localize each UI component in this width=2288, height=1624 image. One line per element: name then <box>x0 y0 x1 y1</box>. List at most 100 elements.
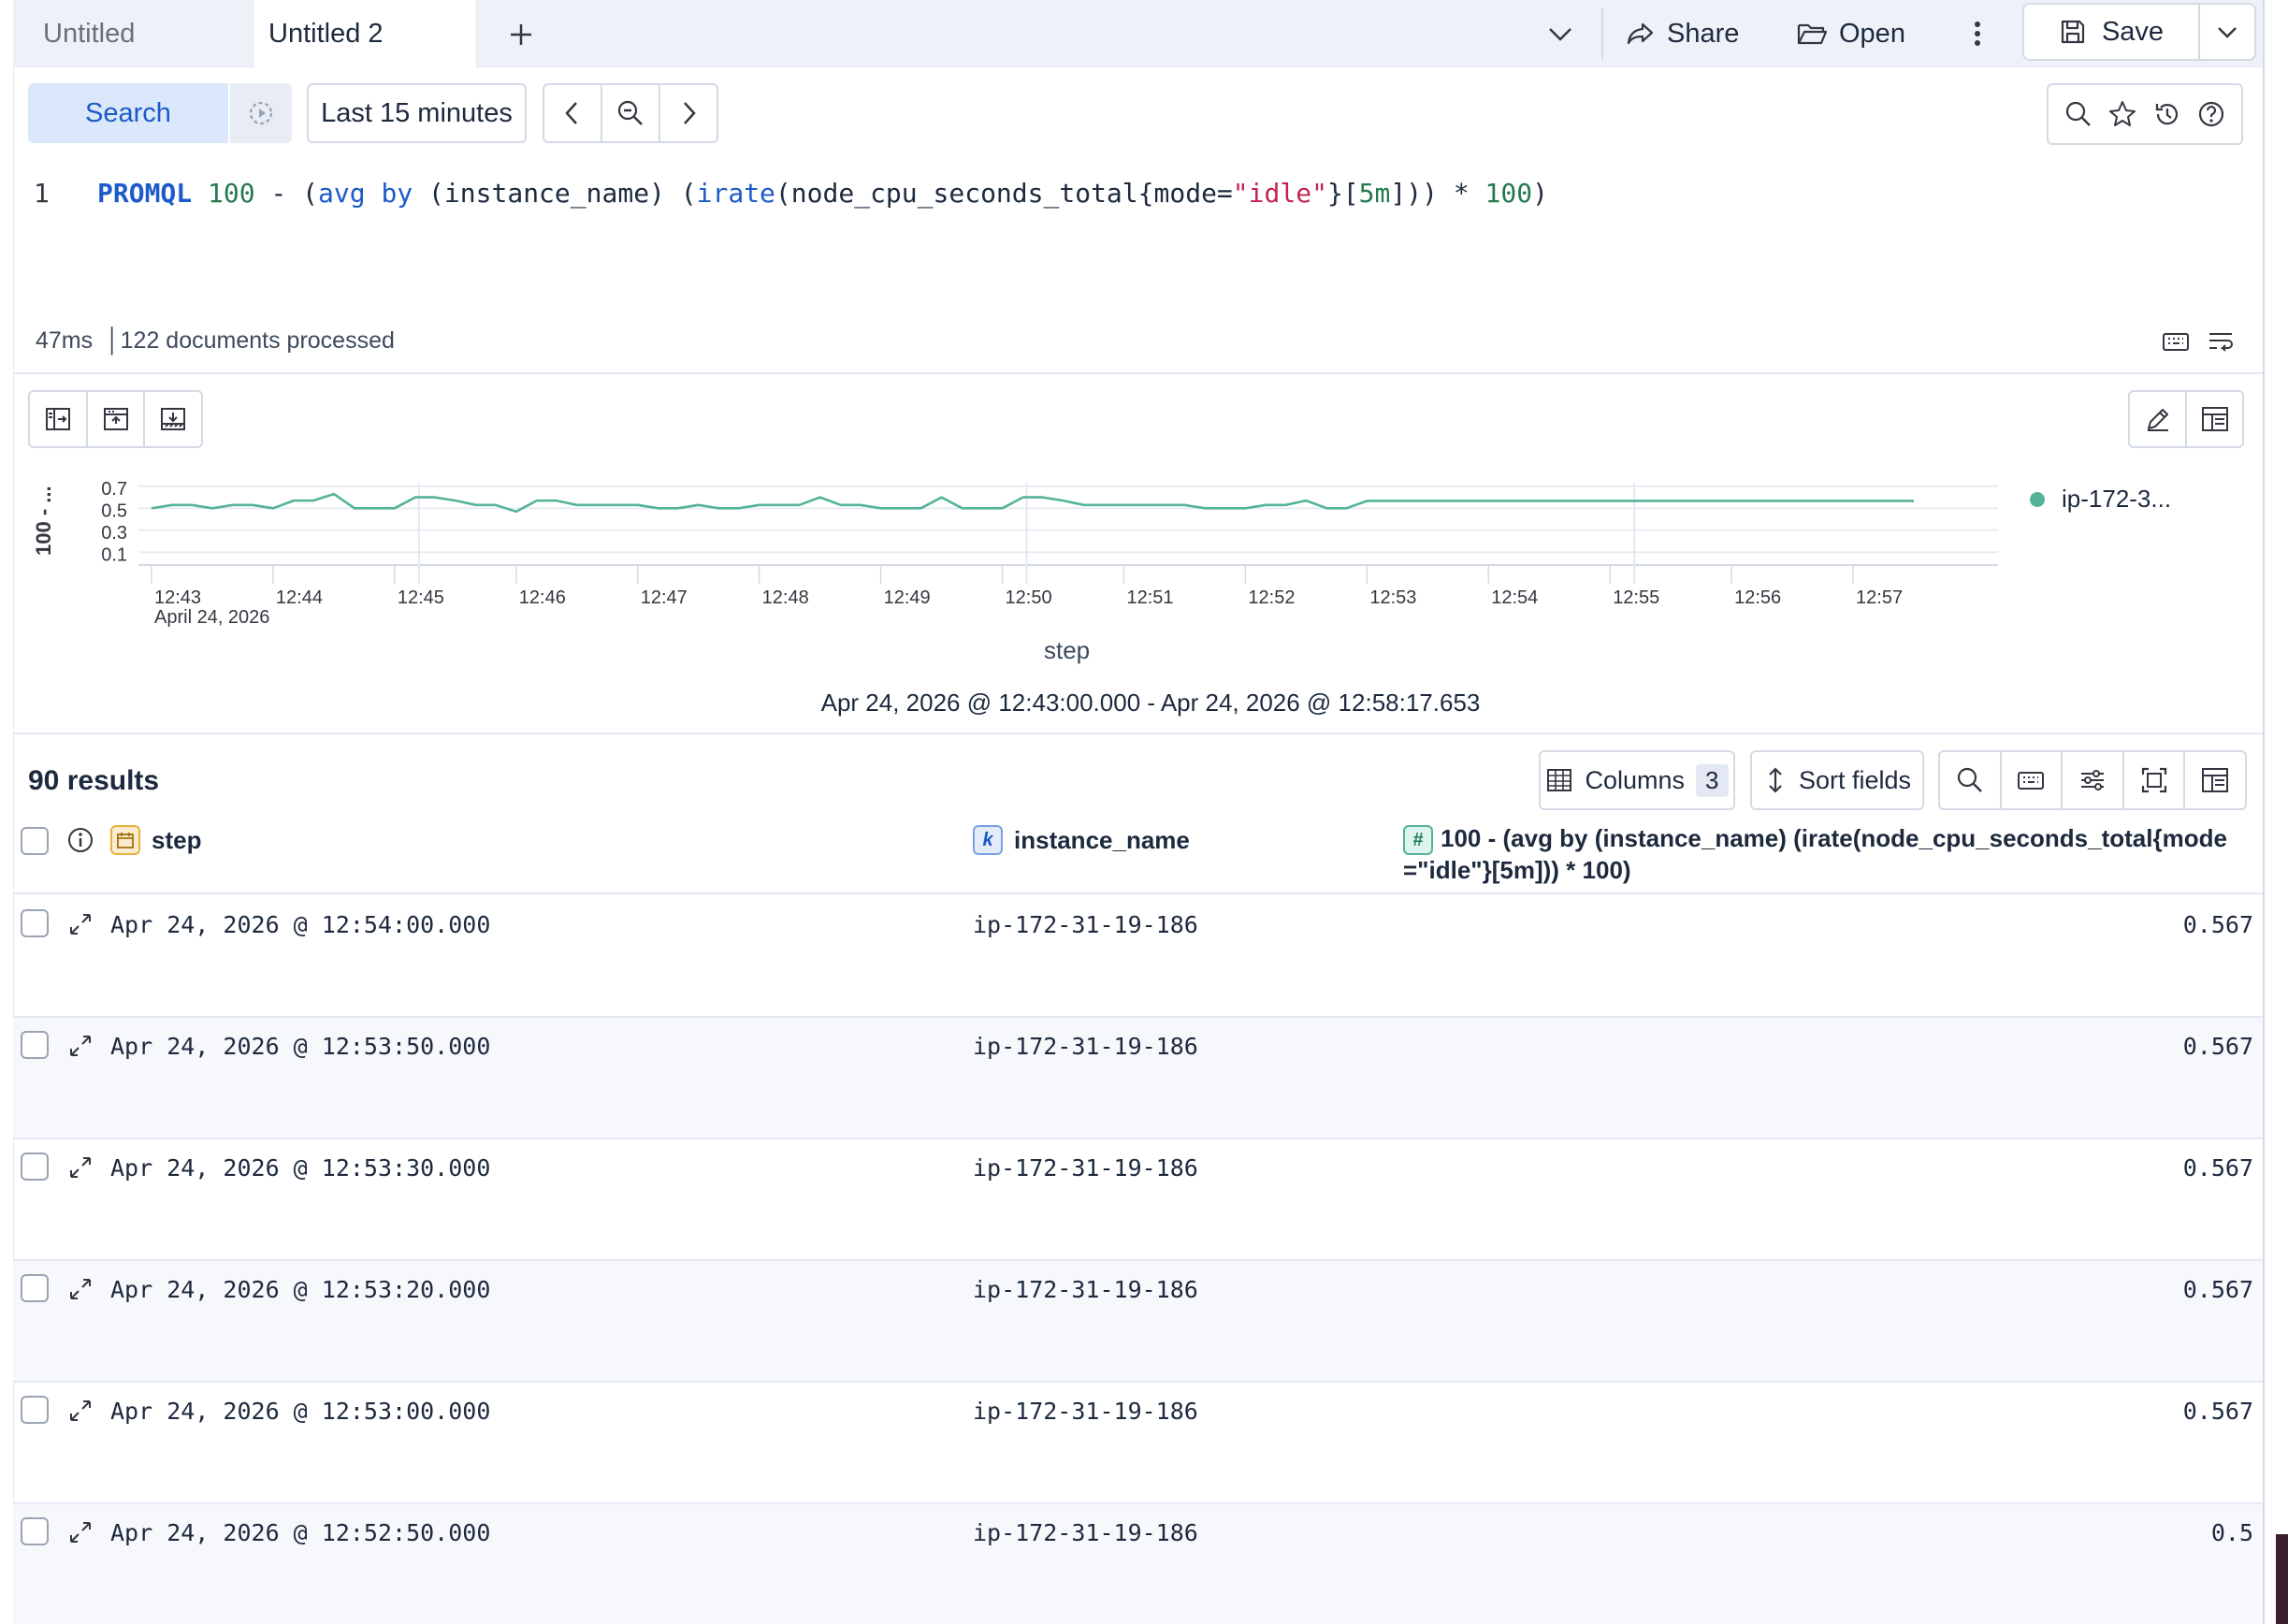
fullscreen-button[interactable] <box>2124 752 2186 808</box>
grid-search-button[interactable] <box>1940 752 2002 808</box>
cell-instance-name: ip-172-31-19-186 <box>973 1033 1198 1060</box>
display-settings-button[interactable] <box>2063 752 2124 808</box>
columns-count-badge: 3 <box>1696 763 1729 797</box>
query-token: 5m <box>1358 178 1391 209</box>
keyboard-shortcuts-button[interactable] <box>2002 752 2064 808</box>
history-icon[interactable] <box>2152 99 2182 129</box>
edit-visualization-button[interactable] <box>2130 392 2187 446</box>
tab-untitled-2[interactable]: Untitled 2 <box>253 0 477 67</box>
table-icon <box>1547 769 1572 791</box>
query-token: 100 <box>1484 178 1533 209</box>
search-icon[interactable] <box>2064 99 2093 129</box>
x-date-label: April 24, 2026 <box>154 607 269 628</box>
column-header-step[interactable]: step <box>110 825 201 855</box>
x-tick-label: 12:43 <box>154 587 201 608</box>
open-label: Open <box>1839 18 1905 49</box>
zoom-out-button[interactable] <box>602 85 660 141</box>
collapse-table-button[interactable] <box>145 392 201 446</box>
column-header-label: instance_name <box>1014 825 1190 854</box>
cell-value: 0.567 <box>2182 911 2253 938</box>
sliders-icon <box>2080 770 2104 790</box>
save-button-group: Save <box>2022 3 2256 61</box>
next-range-button[interactable] <box>660 85 717 141</box>
keyboard-icon[interactable] <box>2161 326 2191 356</box>
column-header-label: 100 - (avg by (instance_name) (irate(nod… <box>1403 824 2227 885</box>
column-header-value[interactable]: #100 - (avg by (instance_name) (irate(no… <box>1403 823 2245 885</box>
tab-untitled[interactable]: Untitled <box>13 0 252 67</box>
table-row[interactable]: Apr 24, 2026 @ 12:53:00.000 ip-172-31-19… <box>13 1383 2263 1504</box>
sort-fields-button[interactable]: Sort fields <box>1750 750 1924 810</box>
expand-icon[interactable] <box>67 1033 94 1059</box>
x-tick-label: 12:45 <box>398 587 444 608</box>
table-row[interactable]: Apr 24, 2026 @ 12:53:20.000 ip-172-31-19… <box>13 1261 2263 1383</box>
legend-dot <box>2030 491 2045 507</box>
chart-layout-button[interactable] <box>2187 392 2242 446</box>
line-chart: 0.70.50.30.1 12:43 12:44 12:45 12:46 12:47 12:… <box>32 479 1998 628</box>
save-label: Save <box>2101 16 2165 47</box>
save-options-button[interactable] <box>2200 5 2254 59</box>
editor-footer-tools <box>2161 326 2236 358</box>
table-row[interactable]: Apr 24, 2026 @ 12:54:00.000 ip-172-31-19… <box>13 896 2263 1018</box>
share-button[interactable]: Share <box>1626 19 1739 50</box>
plus-icon <box>511 24 531 45</box>
toggle-chart-button[interactable] <box>88 392 146 446</box>
cell-instance-name: ip-172-31-19-186 <box>973 1276 1198 1303</box>
pencil-icon <box>2147 409 2168 431</box>
search-button[interactable]: Search <box>28 83 228 143</box>
info-icon[interactable] <box>65 825 95 855</box>
query-token: 100 <box>208 178 255 209</box>
time-range-picker[interactable]: Last 15 minutes <box>307 83 527 143</box>
keyboard-icon <box>2018 772 2045 790</box>
query-token: (instance_name) ( <box>413 178 697 209</box>
grid-toolbar <box>1938 750 2247 810</box>
row-checkbox[interactable] <box>21 1274 49 1302</box>
add-tab-button[interactable] <box>500 13 543 56</box>
help-icon[interactable] <box>2196 99 2226 129</box>
grid-layout-button[interactable] <box>2185 752 2245 808</box>
toggle-sidebar-button[interactable] <box>30 392 88 446</box>
sidebar-toggle-icon <box>45 408 70 430</box>
chevron-down-icon <box>2218 27 2237 38</box>
query-token: irate <box>696 178 775 209</box>
more-options-button[interactable] <box>1968 19 1987 49</box>
save-button[interactable]: Save <box>2024 5 2200 59</box>
expand-icon[interactable] <box>67 1398 94 1424</box>
x-tick-label: 12:49 <box>884 587 931 608</box>
save-icon <box>2061 20 2085 44</box>
legend-label[interactable]: ip-172-3... <box>2062 485 2171 514</box>
x-tick-label: 12:47 <box>641 587 688 608</box>
expand-icon[interactable] <box>67 1154 94 1181</box>
tabs-menu-button[interactable] <box>1543 17 1581 51</box>
x-tick-label: 12:51 <box>1126 587 1173 608</box>
select-all-checkbox[interactable] <box>21 827 49 855</box>
cell-step: Apr 24, 2026 @ 12:52:50.000 <box>110 1519 491 1546</box>
table-row[interactable]: Apr 24, 2026 @ 12:53:50.000 ip-172-31-19… <box>13 1018 2263 1139</box>
query-token: "idle" <box>1232 178 1327 209</box>
row-checkbox[interactable] <box>21 1396 49 1424</box>
wrap-text-icon[interactable] <box>2206 326 2236 356</box>
sort-icon <box>1769 767 1782 793</box>
table-row[interactable]: Apr 24, 2026 @ 12:53:30.000 ip-172-31-19… <box>13 1139 2263 1261</box>
auto-refresh-button[interactable] <box>230 83 292 143</box>
star-icon[interactable] <box>2107 99 2137 129</box>
expand-icon[interactable] <box>67 1519 94 1545</box>
x-tick-label: 12:46 <box>519 587 566 608</box>
row-checkbox[interactable] <box>21 1517 49 1545</box>
previous-range-button[interactable] <box>544 85 602 141</box>
query-editor[interactable]: 1 PROMQL 100 - (avg by (instance_name) (i… <box>34 178 1548 209</box>
expand-icon[interactable] <box>67 1276 94 1302</box>
row-checkbox[interactable] <box>21 1031 49 1059</box>
row-checkbox[interactable] <box>21 909 49 937</box>
row-checkbox[interactable] <box>21 1153 49 1181</box>
expand-icon[interactable] <box>67 911 94 937</box>
cell-value: 0.567 <box>2182 1276 2253 1303</box>
open-button[interactable]: Open <box>1796 19 1905 50</box>
table-row[interactable]: Apr 24, 2026 @ 12:52:50.000 ip-172-31-19… <box>13 1504 2263 1624</box>
column-header-instance-name[interactable]: k instance_name <box>973 825 1190 855</box>
cell-instance-name: ip-172-31-19-186 <box>973 1398 1198 1425</box>
share-icon <box>1627 22 1654 45</box>
tab-label: Untitled <box>43 18 136 49</box>
columns-button[interactable]: Columns 3 <box>1539 750 1735 810</box>
chart-collapse-icon <box>103 408 128 430</box>
adjacent-window-strip <box>2276 1534 2288 1624</box>
